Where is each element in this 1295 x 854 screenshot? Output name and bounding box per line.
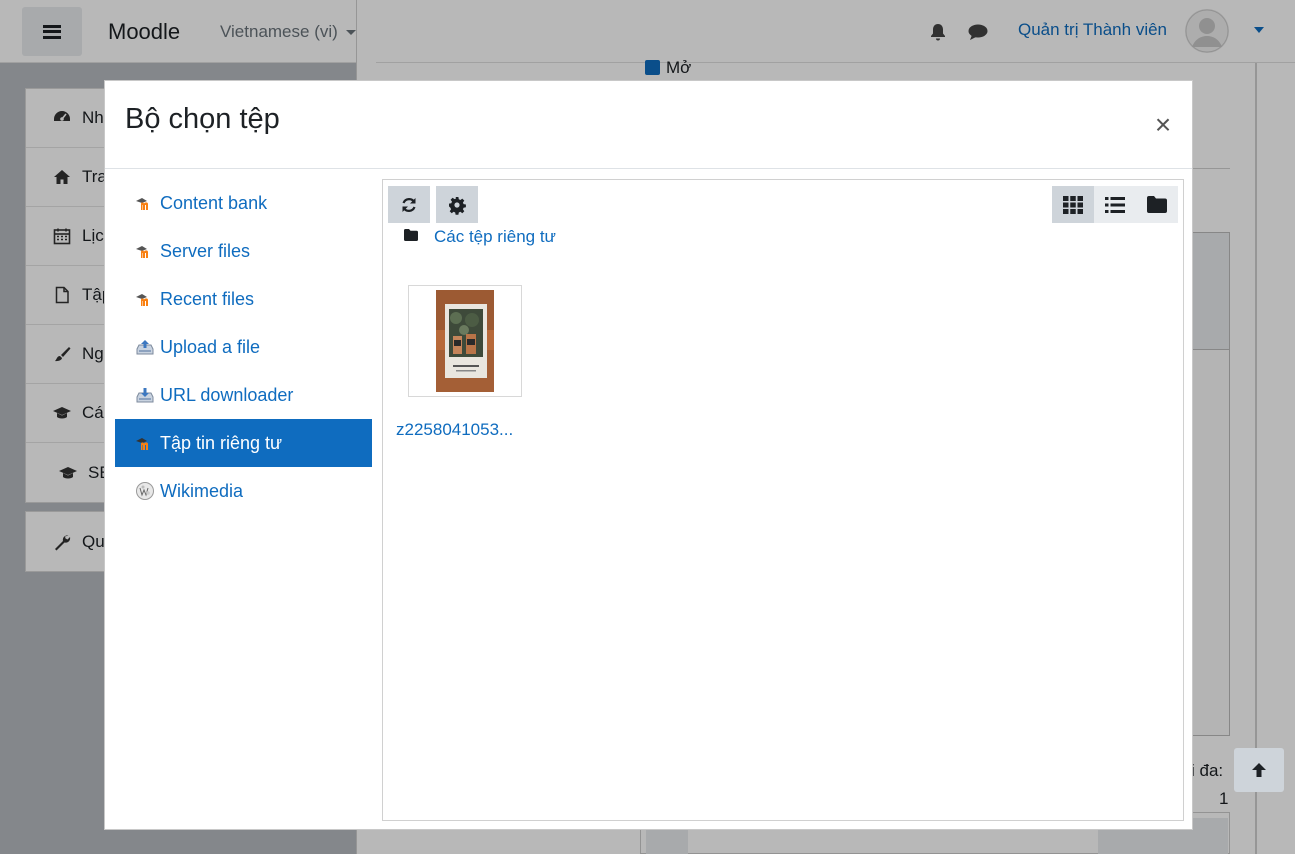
breadcrumb: Các tệp riêng tư	[383, 224, 1183, 254]
repo-item-wikimedia[interactable]: Wikimedia	[115, 467, 372, 515]
repo-item-label: Wikimedia	[160, 480, 244, 501]
repo-item-url-downloader[interactable]: URL downloader	[115, 371, 372, 419]
repo-item-label: URL downloader	[160, 384, 294, 405]
gear-icon	[449, 196, 466, 215]
list-view-button[interactable]	[1094, 186, 1136, 223]
moodle-icon	[136, 294, 148, 306]
wikimedia-icon	[136, 482, 154, 500]
file-thumbnail-image	[436, 290, 494, 392]
repo-item-server-files[interactable]: Server files	[115, 227, 372, 275]
arrow-up-icon	[1252, 763, 1266, 777]
repo-item-label: Recent files	[160, 288, 255, 309]
file-picker-dialog: Bộ chọn tệp × Content bank Server files …	[104, 80, 1193, 830]
dialog-title: Bộ chọn tệp	[125, 103, 280, 135]
grid-view-button[interactable]	[1052, 186, 1094, 223]
repo-item-private-files[interactable]: Tập tin riêng tư	[115, 419, 372, 467]
repo-item-label: Server files	[160, 240, 251, 261]
tree-view-icon	[1147, 196, 1167, 213]
moodle-icon	[136, 198, 148, 210]
file-browser-toolbar: Các tệp riêng tư	[383, 180, 1183, 256]
tree-view-button[interactable]	[1136, 186, 1178, 223]
close-icon[interactable]: ×	[1152, 111, 1174, 139]
download-icon	[136, 388, 154, 403]
file-name-label[interactable]: z2258041053...	[396, 420, 513, 440]
repo-item-content-bank[interactable]: Content bank	[115, 179, 372, 227]
upload-icon	[136, 340, 154, 355]
breadcrumb-private-files[interactable]: Các tệp riêng tư	[434, 227, 556, 247]
moodle-icon	[136, 246, 148, 258]
scroll-to-top-button[interactable]	[1234, 748, 1284, 792]
repo-item-label: Content bank	[160, 192, 268, 213]
file-browser-panel: Các tệp riêng tư z2258041053...	[382, 179, 1184, 821]
refresh-button[interactable]	[388, 186, 430, 223]
refresh-icon	[402, 197, 416, 212]
grid-view-icon	[1063, 195, 1083, 214]
moodle-icon	[136, 438, 148, 450]
repository-list: Content bank Server files Recent files U…	[115, 179, 372, 515]
dialog-header: Bộ chọn tệp ×	[105, 81, 1192, 169]
view-switcher	[1052, 186, 1178, 223]
folder-icon	[404, 229, 418, 241]
repo-item-label: Tập tin riêng tư	[160, 432, 283, 453]
repo-item-label: Upload a file	[160, 336, 261, 357]
file-thumbnail-tile[interactable]	[408, 285, 522, 397]
settings-button[interactable]	[436, 186, 478, 223]
repo-item-recent-files[interactable]: Recent files	[115, 275, 372, 323]
list-view-icon	[1105, 196, 1125, 213]
repo-item-upload[interactable]: Upload a file	[115, 323, 372, 371]
